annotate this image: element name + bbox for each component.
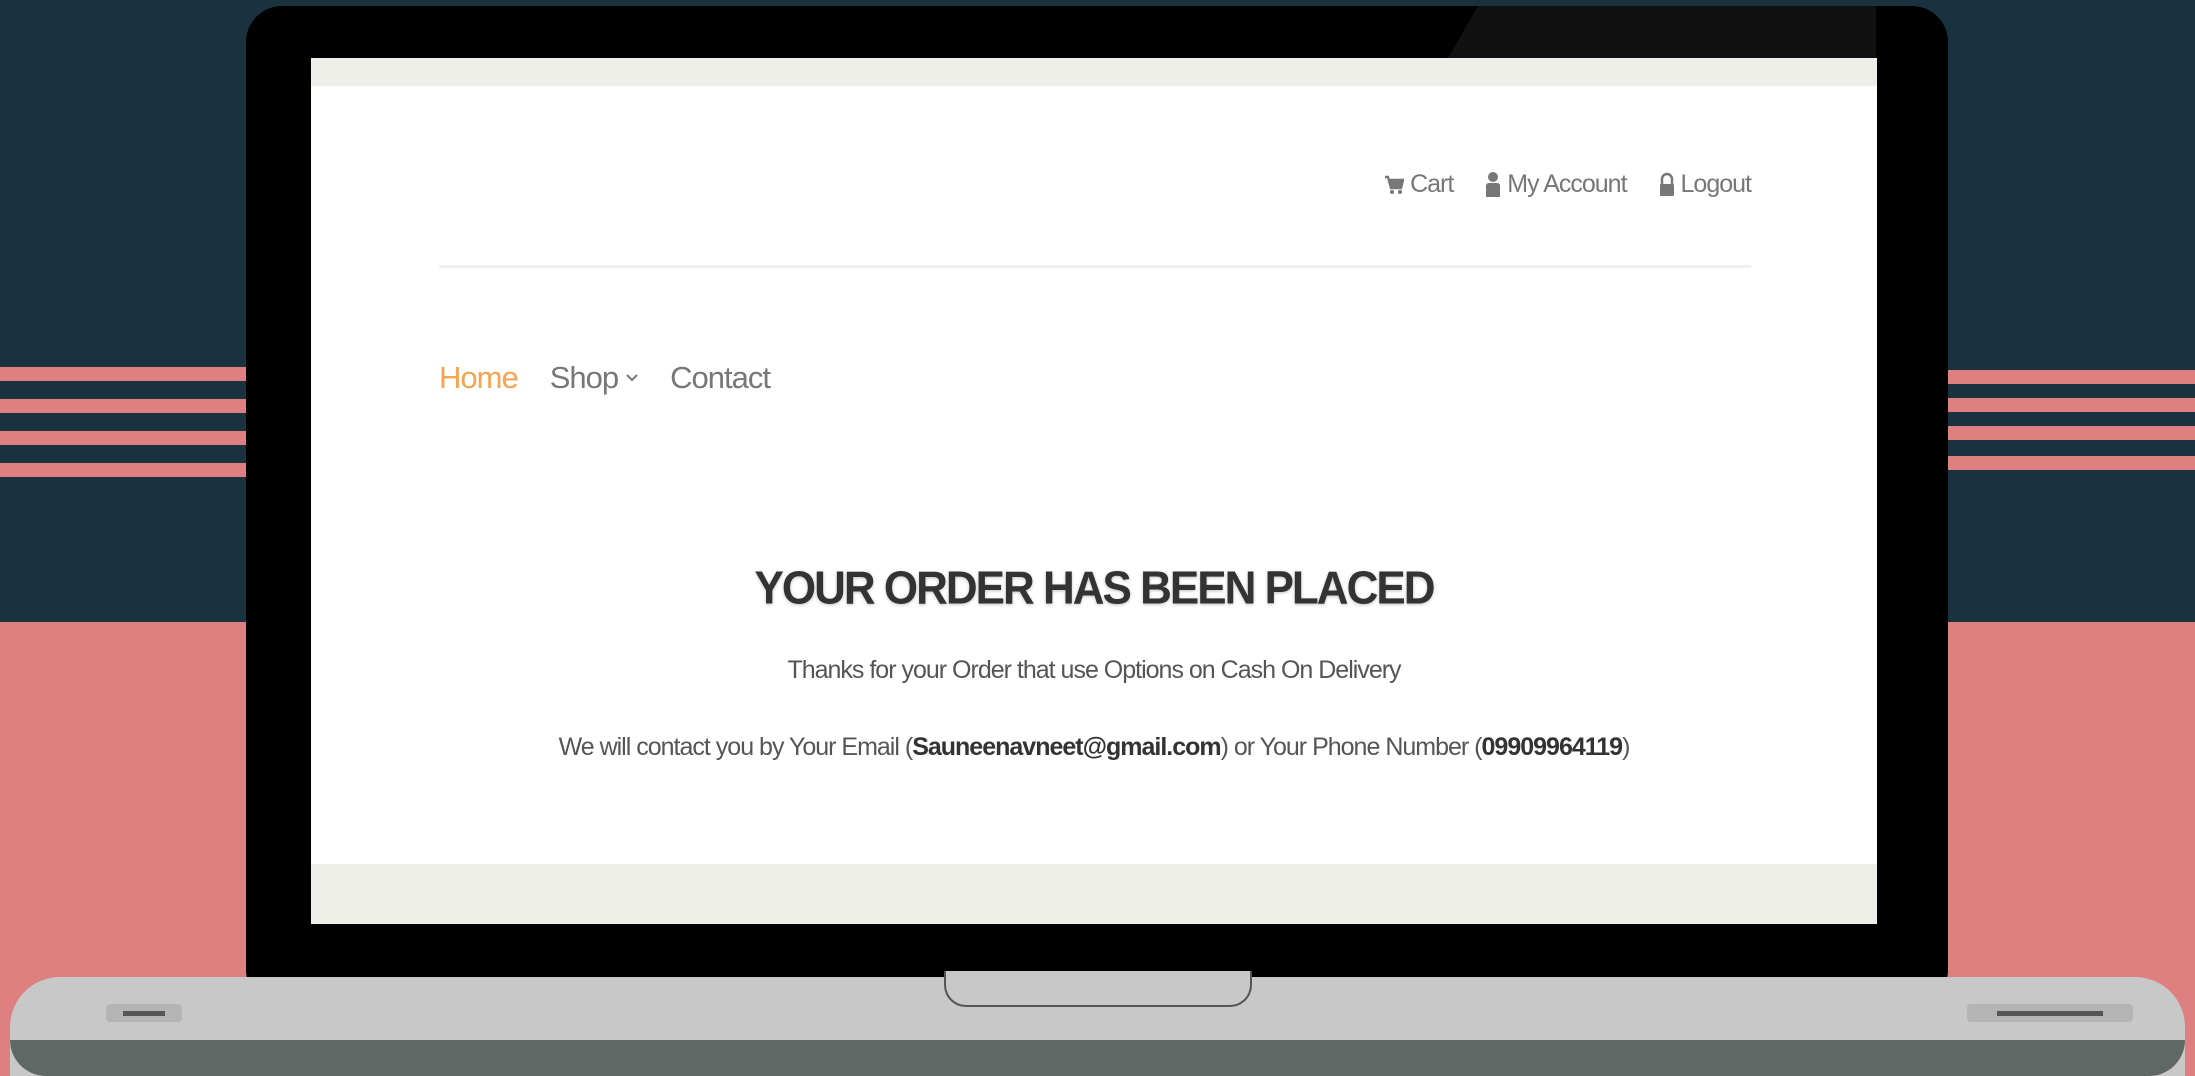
footer-bar [311,864,1877,924]
customer-phone: 09909964119 [1481,733,1624,761]
nav-item-shop[interactable]: Shop [550,360,638,396]
nav-item-shop-label: Shop [549,360,619,395]
lock-icon [1659,172,1674,196]
stripe [0,463,248,477]
nav-item-home[interactable]: Home [439,360,519,396]
stripe [1946,370,2195,384]
contact-middle: ) or Your Phone Number ( [1220,733,1483,761]
my-account-link[interactable]: My Account [1485,170,1628,199]
top-bar [311,58,1877,86]
thanks-message: Thanks for your Order that use Options o… [787,656,1401,684]
stripe [1946,426,2195,440]
cart-icon [1385,175,1405,194]
stripe [1946,456,2195,470]
stripe [0,399,248,413]
laptop-scene: Cart My Account Logout Home Shop Contact… [0,0,2195,1076]
account-links: Cart My Account Logout [1384,170,1752,199]
laptop-hinge-notch [944,971,1252,1007]
contact-prefix: We will contact you by Your Email ( [558,733,914,761]
chevron-down-icon [626,374,638,382]
customer-email: Sauneenavneet@gmail.com [912,733,1221,761]
main-nav: Home Shop Contact [439,360,771,396]
laptop-port-left [106,1004,182,1022]
stripe [0,431,248,445]
cart-label: Cart [1410,170,1454,198]
nav-item-contact[interactable]: Contact [670,360,771,396]
contact-suffix: ) [1622,733,1630,761]
laptop-base-shadow [10,1040,2185,1076]
header-divider [439,265,1751,268]
laptop-port-right [1967,1004,2133,1022]
order-confirmation: YOUR ORDER HAS BEEN PLACED Thanks for yo… [311,562,1877,762]
website: Cart My Account Logout Home Shop Contact… [311,58,1877,924]
screen-glare [1448,6,1876,58]
contact-message: We will contact you by Your Email (Saune… [311,733,1877,762]
my-account-label: My Account [1507,170,1627,198]
logout-label: Logout [1680,170,1752,198]
stripe [1946,398,2195,412]
cart-link[interactable]: Cart [1384,170,1454,199]
user-icon [1486,171,1501,197]
page-title: YOUR ORDER HAS BEEN PLACED [754,562,1436,615]
stripe [0,367,248,381]
logout-link[interactable]: Logout [1659,170,1752,199]
